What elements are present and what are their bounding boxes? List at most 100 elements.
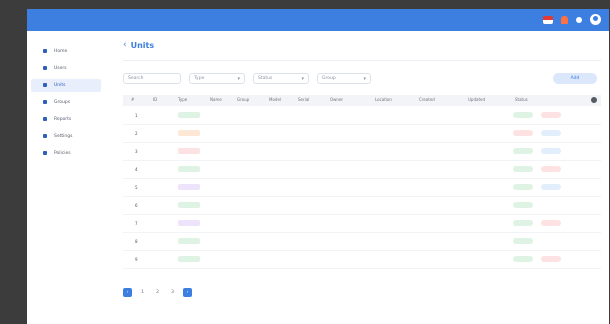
column-header[interactable]: Updated xyxy=(468,97,485,102)
page-number-button[interactable]: 2 xyxy=(153,288,162,297)
action-badge[interactable] xyxy=(541,256,561,262)
table-row[interactable]: 7 xyxy=(123,215,601,233)
sidebar-item[interactable]: Reports xyxy=(31,113,101,126)
action-badge[interactable] xyxy=(541,112,561,118)
page-number-button[interactable]: 1 xyxy=(138,288,147,297)
filter-placeholder: Type xyxy=(194,76,205,81)
column-header[interactable]: Location xyxy=(375,97,392,102)
column-header[interactable]: Serial xyxy=(298,97,309,102)
table-row[interactable]: 5 xyxy=(123,179,601,197)
table-row[interactable]: 4 xyxy=(123,161,601,179)
main-content: ‹ Units Search Type ▾ Status ▾ Group ▾ Add # ID… xyxy=(115,31,609,324)
status-badge xyxy=(513,220,533,226)
sidebar-item[interactable]: Home xyxy=(31,45,101,58)
action-badge[interactable] xyxy=(541,220,561,226)
table-row[interactable]: 8 xyxy=(123,233,601,251)
type-tag xyxy=(178,202,200,208)
column-header[interactable]: Group xyxy=(237,97,249,102)
table-row[interactable]: 3 xyxy=(123,143,601,161)
column-header[interactable]: Model xyxy=(269,97,281,102)
sidebar-item-label: Units xyxy=(54,83,66,88)
sidebar-item[interactable]: Units xyxy=(31,79,101,92)
row-number: 5 xyxy=(135,185,138,190)
action-badge[interactable] xyxy=(541,166,561,172)
type-tag xyxy=(178,238,200,244)
gear-icon[interactable] xyxy=(591,97,597,103)
table-row[interactable]: 9 xyxy=(123,251,601,269)
sidebar-item-label: Policies xyxy=(54,151,71,156)
column-header[interactable]: Type xyxy=(178,97,187,102)
table-header: # ID Type Name Group Model Serial Owner Location… xyxy=(123,95,601,106)
chevron-left-icon[interactable]: ‹ xyxy=(123,41,127,50)
row-number: 7 xyxy=(135,221,138,226)
action-badge[interactable] xyxy=(541,184,561,190)
sidebar-item-icon xyxy=(43,49,47,53)
table-row[interactable]: 2 xyxy=(123,125,601,143)
filter-placeholder: Search xyxy=(128,76,144,81)
status-badge xyxy=(513,130,533,136)
sidebar-item-icon xyxy=(43,151,47,155)
filter-placeholder: Group xyxy=(322,76,336,81)
filter-bar: Search Type ▾ Status ▾ Group ▾ xyxy=(123,73,371,84)
type-tag xyxy=(178,256,200,262)
filter-placeholder: Status xyxy=(258,76,273,81)
column-header[interactable]: Created xyxy=(419,97,435,102)
sidebar-item[interactable]: Groups xyxy=(31,96,101,109)
sidebar-item-label: Home xyxy=(54,49,68,54)
row-number: 8 xyxy=(135,239,138,244)
filter-field[interactable]: Search xyxy=(123,73,181,84)
column-header[interactable]: Name xyxy=(210,97,222,102)
prev-page-button[interactable]: ‹ xyxy=(123,288,132,297)
sidebar-item-label: Groups xyxy=(54,100,71,105)
row-number: 2 xyxy=(135,131,138,136)
sidebar-item-label: Settings xyxy=(54,134,73,139)
title-row: ‹ Units xyxy=(123,41,155,51)
sidebar-item-icon xyxy=(43,66,47,70)
filter-field[interactable]: Type ▾ xyxy=(189,73,245,84)
status-badge xyxy=(513,148,533,154)
user-avatar-icon[interactable] xyxy=(590,14,601,25)
status-badge xyxy=(513,256,533,262)
chevron-down-icon: ▾ xyxy=(237,75,240,82)
table-row[interactable]: 6 xyxy=(123,197,601,215)
bell-icon[interactable] xyxy=(561,15,568,24)
sidebar-item-icon xyxy=(43,83,47,87)
row-number: 3 xyxy=(135,149,138,154)
type-tag xyxy=(178,166,200,172)
type-tag xyxy=(178,112,200,118)
type-tag xyxy=(178,148,200,154)
add-button[interactable]: Add xyxy=(553,73,597,84)
column-header[interactable]: Owner xyxy=(330,97,343,102)
status-badge xyxy=(513,166,533,172)
sidebar-item[interactable]: Policies xyxy=(31,147,101,160)
table-row[interactable]: 1 xyxy=(123,107,601,125)
sidebar-item-icon xyxy=(43,134,47,138)
sidebar-item-label: Users xyxy=(54,66,67,71)
chevron-down-icon: ▾ xyxy=(301,75,304,82)
status-badge xyxy=(513,202,533,208)
column-header[interactable]: Status xyxy=(515,97,528,102)
type-tag xyxy=(178,220,200,226)
app-window: Home Users Units Groups Reports Settings Polic… xyxy=(27,9,609,324)
sidebar-item-label: Reports xyxy=(54,117,72,122)
next-page-button[interactable]: › xyxy=(183,288,192,297)
action-badge[interactable] xyxy=(541,148,561,154)
status-badge xyxy=(513,112,533,118)
sidebar-item[interactable]: Settings xyxy=(31,130,101,143)
row-number: 4 xyxy=(135,167,138,172)
page-number-button[interactable]: 3 xyxy=(168,288,177,297)
action-badge[interactable] xyxy=(541,130,561,136)
page-title: Units xyxy=(130,41,155,50)
filter-field[interactable]: Group ▾ xyxy=(317,73,371,84)
filter-field[interactable]: Status ▾ xyxy=(253,73,309,84)
status-badge xyxy=(513,184,533,190)
type-tag xyxy=(178,130,200,136)
sidebar-item[interactable]: Users xyxy=(31,62,101,75)
language-icon[interactable] xyxy=(576,16,582,23)
flag-icon[interactable] xyxy=(543,15,553,24)
row-number: 6 xyxy=(135,203,138,208)
chevron-down-icon: ▾ xyxy=(363,75,366,82)
column-header[interactable]: ID xyxy=(153,97,157,102)
column-header[interactable]: # xyxy=(131,97,134,102)
header-icons xyxy=(543,14,601,25)
